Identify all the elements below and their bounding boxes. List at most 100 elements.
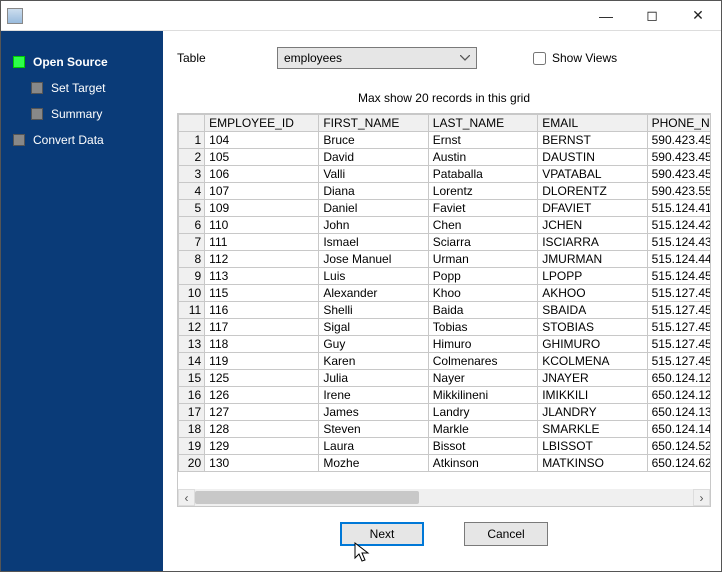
table-cell[interactable]: 515.127.4566 (647, 353, 710, 370)
table-cell[interactable]: 105 (205, 149, 319, 166)
table-cell[interactable]: 126 (205, 387, 319, 404)
table-cell[interactable]: Julia (319, 370, 428, 387)
table-cell[interactable]: Pataballa (428, 166, 537, 183)
table-cell[interactable]: IMIKKILI (538, 387, 647, 404)
table-cell[interactable]: 650.124.6234 (647, 455, 710, 472)
table-cell[interactable]: 117 (205, 319, 319, 336)
column-header[interactable]: FIRST_NAME (319, 115, 428, 132)
column-header[interactable]: EMPLOYEE_ID (205, 115, 319, 132)
table-cell[interactable]: Lorentz (428, 183, 537, 200)
scroll-track[interactable] (195, 489, 693, 506)
table-cell[interactable]: 515.127.4565 (647, 336, 710, 353)
table-cell[interactable]: Sciarra (428, 234, 537, 251)
table-cell[interactable]: Laura (319, 438, 428, 455)
table-cell[interactable]: Urman (428, 251, 537, 268)
table-cell[interactable]: Popp (428, 268, 537, 285)
table-cell[interactable]: 650.124.1214 (647, 370, 710, 387)
table-cell[interactable]: DAUSTIN (538, 149, 647, 166)
table-cell[interactable]: 515.124.4269 (647, 217, 710, 234)
table-cell[interactable]: STOBIAS (538, 319, 647, 336)
table-cell[interactable]: Alexander (319, 285, 428, 302)
table-cell[interactable]: 112 (205, 251, 319, 268)
table-row[interactable]: 16126IreneMikkilineniIMIKKILI650.124.122… (179, 387, 711, 404)
table-cell[interactable]: John (319, 217, 428, 234)
step-set-target[interactable]: Set Target (1, 75, 163, 101)
show-views-input[interactable] (533, 52, 546, 65)
table-cell[interactable]: 515.124.4169 (647, 200, 710, 217)
table-cell[interactable]: 127 (205, 404, 319, 421)
table-cell[interactable]: Daniel (319, 200, 428, 217)
table-row[interactable]: 15125JuliaNayerJNAYER650.124.12141899/1 (179, 370, 711, 387)
column-header[interactable]: LAST_NAME (428, 115, 537, 132)
table-cell[interactable]: 125 (205, 370, 319, 387)
next-button[interactable]: Next (340, 522, 424, 546)
table-cell[interactable]: Ernst (428, 132, 537, 149)
scroll-right-icon[interactable]: › (693, 489, 710, 506)
table-cell[interactable]: BERNST (538, 132, 647, 149)
table-cell[interactable]: ISCIARRA (538, 234, 647, 251)
table-row[interactable]: 7111IsmaelSciarraISCIARRA515.124.4369189… (179, 234, 711, 251)
table-row[interactable]: 8112Jose ManuelUrmanJMURMAN515.124.44691… (179, 251, 711, 268)
step-open-source[interactable]: Open Source (1, 49, 163, 75)
table-cell[interactable]: 118 (205, 336, 319, 353)
table-row[interactable]: 9113LuisPoppLPOPP515.124.45671899/1 (179, 268, 711, 285)
table-cell[interactable]: 130 (205, 455, 319, 472)
table-cell[interactable]: MATKINSO (538, 455, 647, 472)
table-row[interactable]: 11116ShelliBaidaSBAIDA515.127.45631899/1 (179, 302, 711, 319)
table-cell[interactable]: Landry (428, 404, 537, 421)
table-cell[interactable]: 113 (205, 268, 319, 285)
step-summary[interactable]: Summary (1, 101, 163, 127)
table-cell[interactable]: Irene (319, 387, 428, 404)
table-cell[interactable]: 115 (205, 285, 319, 302)
table-cell[interactable]: 650.124.5234 (647, 438, 710, 455)
table-cell[interactable]: 590.423.4560 (647, 166, 710, 183)
table-cell[interactable]: 119 (205, 353, 319, 370)
table-row[interactable]: 19129LauraBissotLBISSOT650.124.52341899/… (179, 438, 711, 455)
table-cell[interactable]: 116 (205, 302, 319, 319)
table-cell[interactable]: JLANDRY (538, 404, 647, 421)
table-row[interactable]: 4107DianaLorentzDLORENTZ590.423.55671899… (179, 183, 711, 200)
table-cell[interactable]: AKHOO (538, 285, 647, 302)
table-cell[interactable]: 650.124.1224 (647, 387, 710, 404)
table-cell[interactable]: 650.124.1434 (647, 421, 710, 438)
table-row[interactable]: 18128StevenMarkleSMARKLE650.124.14341899… (179, 421, 711, 438)
table-cell[interactable]: Markle (428, 421, 537, 438)
table-cell[interactable]: 107 (205, 183, 319, 200)
table-row[interactable]: 2105DavidAustinDAUSTIN590.423.45691899/1 (179, 149, 711, 166)
table-cell[interactable]: Shelli (319, 302, 428, 319)
table-cell[interactable]: Colmenares (428, 353, 537, 370)
table-cell[interactable]: Jose Manuel (319, 251, 428, 268)
table-cell[interactable]: 106 (205, 166, 319, 183)
table-cell[interactable]: DLORENTZ (538, 183, 647, 200)
table-row[interactable]: 10115AlexanderKhooAKHOO515.127.45621899/… (179, 285, 711, 302)
table-cell[interactable]: SBAIDA (538, 302, 647, 319)
table-cell[interactable]: 590.423.4569 (647, 149, 710, 166)
column-header[interactable]: EMAIL (538, 115, 647, 132)
table-cell[interactable]: JNAYER (538, 370, 647, 387)
table-cell[interactable]: Steven (319, 421, 428, 438)
table-cell[interactable]: Ismael (319, 234, 428, 251)
table-cell[interactable]: 128 (205, 421, 319, 438)
table-row[interactable]: 3106ValliPataballaVPATABAL590.423.456018… (179, 166, 711, 183)
table-cell[interactable]: 515.124.4469 (647, 251, 710, 268)
table-cell[interactable]: Karen (319, 353, 428, 370)
table-cell[interactable]: LPOPP (538, 268, 647, 285)
table-row[interactable]: 6110JohnChenJCHEN515.124.42691899/1 (179, 217, 711, 234)
minimize-button[interactable]: — (583, 1, 629, 30)
table-cell[interactable]: 110 (205, 217, 319, 234)
cancel-button[interactable]: Cancel (464, 522, 548, 546)
table-cell[interactable]: David (319, 149, 428, 166)
table-cell[interactable]: Valli (319, 166, 428, 183)
table-cell[interactable]: Sigal (319, 319, 428, 336)
table-cell[interactable]: 109 (205, 200, 319, 217)
table-cell[interactable]: Khoo (428, 285, 537, 302)
table-combobox[interactable]: employees (277, 47, 477, 69)
scroll-left-icon[interactable]: ‹ (178, 489, 195, 506)
table-cell[interactable]: 590.423.5567 (647, 183, 710, 200)
table-cell[interactable]: 129 (205, 438, 319, 455)
scroll-thumb[interactable] (195, 491, 419, 504)
table-row[interactable]: 14119KarenColmenaresKCOLMENA515.127.4566… (179, 353, 711, 370)
table-cell[interactable]: Tobias (428, 319, 537, 336)
table-cell[interactable]: Baida (428, 302, 537, 319)
table-cell[interactable]: Mikkilineni (428, 387, 537, 404)
